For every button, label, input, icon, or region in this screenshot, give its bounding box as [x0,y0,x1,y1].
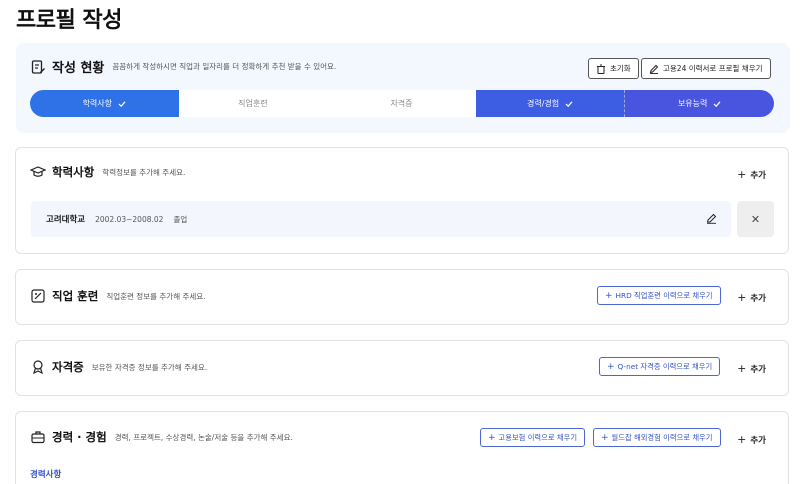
status-description: 꼼꼼하게 작성하시면 직업과 일자리를 더 정확하게 추천 받을 수 있어요. [112,62,337,71]
progress-steps: 학력사항 직업훈련 자격증 경력/경험 보유능력 [30,90,774,117]
plus-icon: + [737,362,747,375]
trash-icon [597,64,605,74]
hrd-fill-button[interactable]: + HRD 직업훈련 이력으로 채우기 [597,286,721,305]
step-education[interactable]: 학력사항 [30,90,179,117]
pencil-icon [649,64,659,74]
education-title: 학력사항 [52,165,95,179]
graduation-cap-icon [30,166,46,177]
education-status: 졸업 [173,214,188,224]
career-title: 경력 · 경험 [52,430,107,444]
badge-icon [33,360,43,375]
education-period: 2002.03~2008.02 [95,214,164,224]
status-header: 작성 현황 꼼꼼하게 작성하시면 직업과 일자리를 더 정확하게 추천 받을 수… [30,57,336,76]
clipboard-edit-icon [31,59,45,74]
training-description: 직업훈련 정보를 추가해 주세요. [106,291,206,301]
fill-from-resume-button[interactable]: 고용24 이력서로 프로필 채우기 [641,58,771,79]
training-add-button[interactable]: + 추가 [737,291,766,304]
education-add-button[interactable]: + 추가 [737,168,766,181]
training-title: 직업 훈련 [52,289,99,303]
career-header: 경력 · 경험 경력, 프로젝트, 수상경력, 논술/저술 등을 추가해 주세요… [30,429,293,445]
training-icon [31,289,45,303]
career-description: 경력, 프로젝트, 수상경력, 논술/저술 등을 추가해 주세요. [114,432,293,442]
reset-button-label: 초기화 [610,64,631,73]
certificate-title: 자격증 [52,360,84,374]
check-icon [713,100,721,107]
status-card: 작성 현황 꼼꼼하게 작성하시면 직업과 일자리를 더 정확하게 추천 받을 수… [16,43,790,133]
qnet-fill-button[interactable]: + Q-net 자격증 이력으로 채우기 [599,357,721,376]
check-icon [118,100,126,107]
close-icon: ✕ [750,212,761,226]
training-section: 직업 훈련 직업훈련 정보를 추가해 주세요. + HRD 직업훈련 이력으로 … [15,269,789,325]
check-icon [565,100,573,107]
plus-icon: + [488,432,496,443]
step-career[interactable]: 경력/경험 [475,90,625,117]
plus-icon: + [737,291,747,304]
education-header: 학력사항 학력정보를 추가해 주세요. [30,164,185,180]
plus-icon: + [737,433,747,446]
education-entry: 고려대학교 2002.03~2008.02 졸업 [31,201,731,237]
career-sub-label: 경력사항 [30,470,62,480]
certificate-add-button[interactable]: + 추가 [737,362,766,375]
certificate-section: 자격증 보유한 자격증 정보를 추가해 주세요. + Q-net 자격증 이력으… [15,340,789,396]
briefcase-icon [31,431,45,444]
reset-button[interactable]: 초기화 [588,58,639,79]
edit-icon[interactable] [706,213,717,224]
step-training[interactable]: 직업훈련 [178,90,328,117]
certificate-description: 보유한 자격증 정보를 추가해 주세요. [91,362,208,372]
career-add-button[interactable]: + 추가 [737,433,766,446]
step-skills[interactable]: 보유능력 [624,90,774,117]
plus-icon: + [737,168,747,181]
education-delete-button[interactable]: ✕ [737,201,774,237]
plus-icon: + [601,432,609,443]
training-header: 직업 훈련 직업훈련 정보를 추가해 주세요. [30,288,206,304]
education-section: 학력사항 학력정보를 추가해 주세요. + 추가 고려대학교 2002.03~2… [15,147,789,254]
career-section: 경력 · 경험 경력, 프로젝트, 수상경력, 논술/저술 등을 추가해 주세요… [15,411,789,484]
employment-insurance-fill-button[interactable]: + 고용보험 이력으로 채우기 [480,428,586,447]
worldjob-fill-button[interactable]: + 월드잡 해외경험 이력으로 채우기 [593,428,721,447]
page-title: 프로필 작성 [16,8,122,33]
certificate-header: 자격증 보유한 자격증 정보를 추가해 주세요. [30,359,207,375]
education-school: 고려대학교 [46,215,86,225]
fill-from-resume-label: 고용24 이력서로 프로필 채우기 [663,64,763,73]
status-title: 작성 현황 [52,61,105,76]
education-description: 학력정보를 추가해 주세요. [102,167,186,177]
step-certificate[interactable]: 자격증 [327,90,476,117]
plus-icon: + [605,290,613,301]
plus-icon: + [607,361,615,372]
